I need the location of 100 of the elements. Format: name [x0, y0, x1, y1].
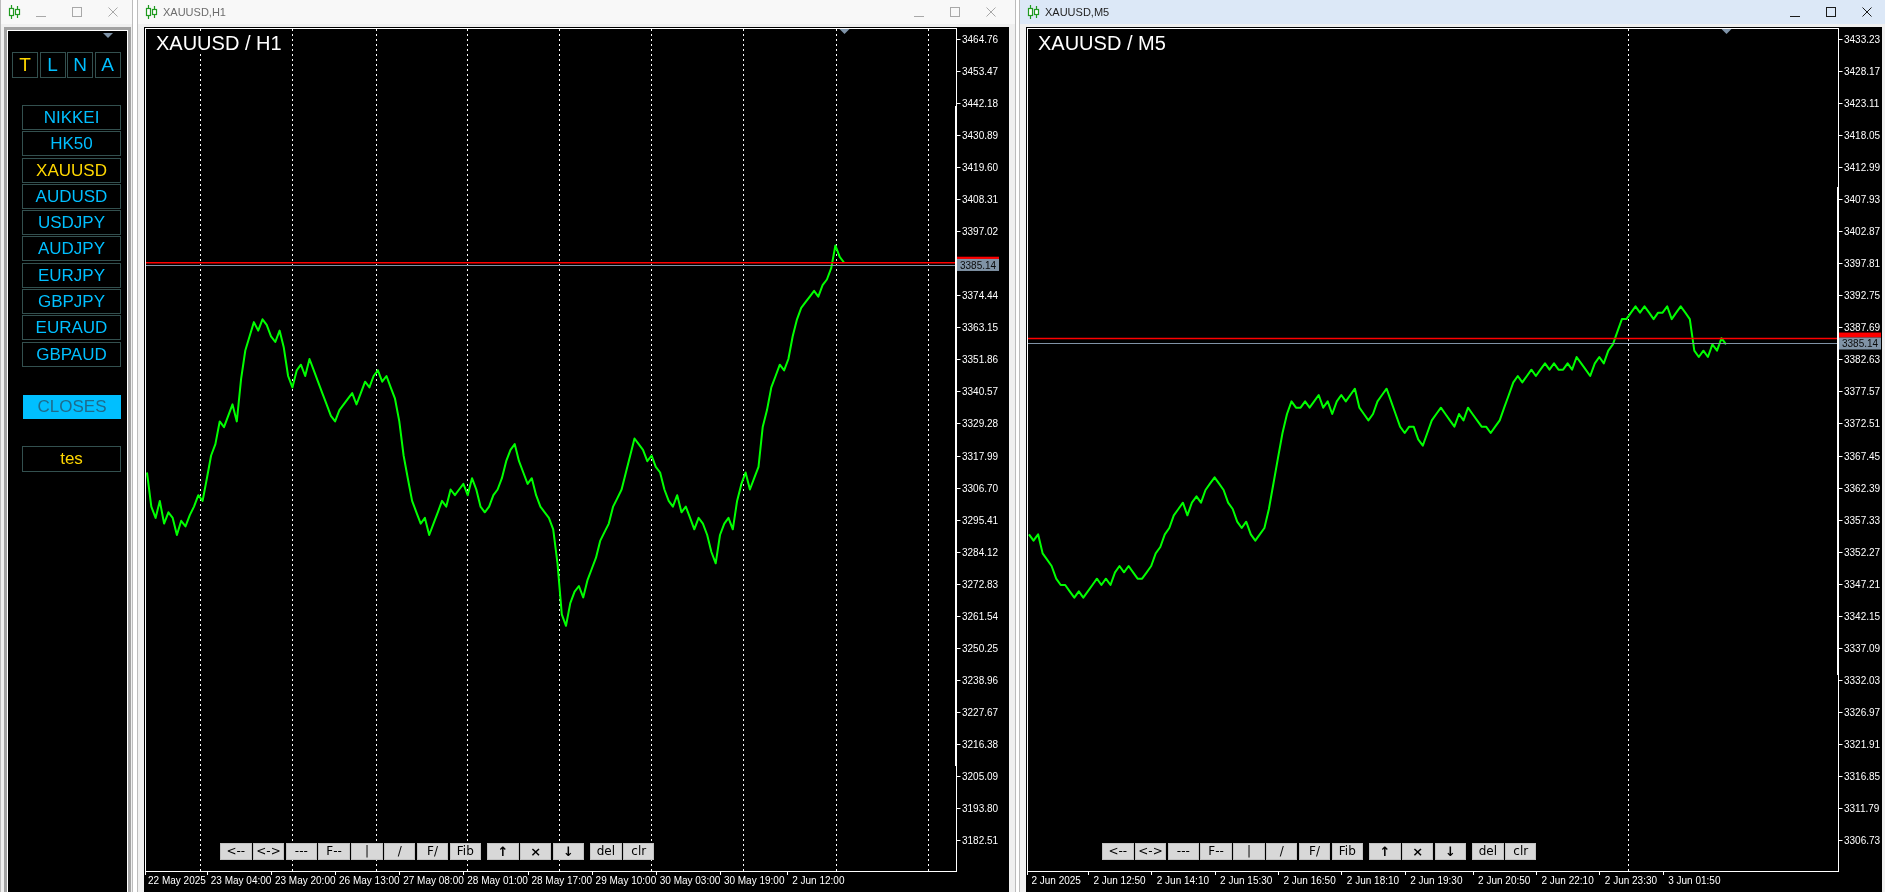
toolbar-button[interactable]: --- [1167, 843, 1200, 860]
triangle-icon[interactable] [103, 33, 113, 38]
symbol-button[interactable]: EURAUD [22, 315, 121, 341]
time-label: 2 Jun 19:30 [1410, 875, 1463, 886]
price-label: 3340.57 [962, 386, 999, 397]
ask-price-marker [957, 256, 999, 259]
time-label: 2 Jun 20:50 [1478, 875, 1531, 886]
toolbar-button[interactable]: Fib [449, 843, 482, 860]
close-icon [1862, 7, 1872, 17]
bid-price-label: 3385.14 [1839, 337, 1881, 350]
price-label: 3433.23 [1844, 34, 1881, 45]
symbol-button[interactable]: AUDJPY [22, 236, 121, 262]
price-label: 3238.96 [962, 675, 999, 686]
toolbar-button[interactable]: | [351, 843, 383, 860]
price-label: 3442.18 [962, 98, 999, 109]
toolbar-button[interactable]: <-> [252, 843, 285, 860]
price-label: 3306.73 [1844, 835, 1881, 846]
price-label: 3453.47 [962, 66, 999, 77]
toolbar-button[interactable]: clr [1504, 843, 1537, 860]
time-label: 2 Jun 12:00 [792, 875, 845, 886]
price-label: 3397.02 [962, 226, 999, 237]
toolbar-button[interactable]: F-- [1200, 843, 1232, 860]
symbol-button[interactable]: NIKKEI [22, 105, 121, 130]
mode-button[interactable]: A [94, 52, 121, 78]
toolbar-button[interactable]: del [1472, 843, 1504, 860]
mode-button[interactable]: T [12, 52, 38, 78]
toolbar-button[interactable]: ↓ [552, 843, 585, 860]
symbol-button[interactable]: GBPJPY [22, 289, 121, 315]
price-label: 3329.28 [962, 418, 999, 429]
price-label: 3316.85 [1844, 771, 1881, 782]
price-label: 3464.76 [962, 34, 999, 45]
price-label: 3317.99 [962, 451, 999, 462]
symbol-button[interactable]: HK50 [22, 131, 121, 157]
price-label: 3392.75 [1844, 290, 1881, 301]
toolbar-button[interactable]: ↓ [1434, 843, 1467, 860]
toolbar-button[interactable]: / [384, 843, 416, 860]
price-label: 3418.05 [1844, 130, 1881, 141]
toolbar-button[interactable]: Fib [1331, 843, 1364, 860]
price-label: 3377.57 [1844, 386, 1881, 397]
toolbar-button[interactable]: F/ [1298, 843, 1331, 860]
toolbar-button[interactable]: <-- [220, 843, 252, 860]
symbol-button[interactable]: XAUUSD [22, 157, 121, 183]
time-label: 26 May 13:00 [339, 875, 400, 886]
ask-price-marker [1839, 332, 1881, 338]
time-label: 2 Jun 14:10 [1156, 875, 1209, 886]
price-label: 3227.67 [962, 707, 999, 718]
symbol-button[interactable]: GBPAUD [22, 341, 121, 367]
test-button[interactable]: tes [22, 445, 121, 472]
maximize-icon [950, 7, 960, 17]
price-label: 3351.86 [962, 354, 999, 365]
symbol-button[interactable]: EURJPY [22, 262, 121, 288]
toolbar-button[interactable]: F/ [416, 843, 449, 860]
price-label: 3408.31 [962, 194, 999, 205]
price-label: 3367.45 [1844, 451, 1881, 462]
price-label: 3284.12 [962, 547, 999, 558]
price-label: 3428.17 [1844, 66, 1881, 77]
price-label: 3306.70 [962, 483, 999, 494]
time-label: 2 Jun 15:30 [1220, 875, 1273, 886]
time-label: 28 May 17:00 [531, 875, 593, 886]
triangle-icon[interactable] [1721, 29, 1732, 34]
triangle-icon[interactable] [839, 29, 850, 34]
price-label: 3347.21 [1844, 579, 1881, 590]
toolbar-button[interactable]: <-> [1134, 843, 1167, 860]
price-label: 3193.80 [962, 803, 999, 814]
toolbar-button[interactable]: ↑ [1369, 843, 1401, 860]
mode-button[interactable]: N [67, 52, 93, 78]
toolbar-button[interactable]: <-- [1102, 843, 1134, 860]
window-title: XAUUSD,M5 [1045, 6, 1110, 18]
symbol-button[interactable]: USDJPY [22, 210, 121, 236]
price-label: 3295.41 [962, 515, 999, 526]
toolbar-button[interactable]: F-- [318, 843, 350, 860]
price-label: 3261.54 [962, 611, 999, 622]
time-label: 30 May 03:00 [659, 875, 721, 886]
symbol-button[interactable]: AUDUSD [22, 183, 121, 209]
price-label: 3362.39 [1844, 483, 1881, 494]
price-label: 3430.89 [962, 130, 999, 141]
toolbar-button[interactable]: / [1266, 843, 1298, 860]
toolbar-button[interactable]: × [519, 843, 552, 860]
toolbar-button[interactable]: del [590, 843, 622, 860]
time-label: 28 May 01:00 [467, 875, 528, 886]
toolbar-button[interactable]: clr [622, 843, 655, 860]
price-label: 3402.87 [1844, 226, 1881, 237]
price-label: 3326.97 [1844, 707, 1881, 718]
time-label: 23 May 04:00 [210, 875, 272, 886]
maximize-icon [72, 7, 82, 17]
time-label: 2 Jun 18:10 [1346, 875, 1400, 886]
price-label: 3423.11 [1844, 98, 1880, 109]
toolbar-button[interactable]: | [1233, 843, 1265, 860]
minimize-icon [1790, 15, 1800, 17]
price-label: 3407.93 [1844, 194, 1881, 205]
close-icon [986, 7, 996, 17]
price-label: 3250.25 [962, 643, 999, 654]
mode-button[interactable]: L [39, 52, 66, 78]
toolbar-button[interactable]: --- [285, 843, 318, 860]
toolbar-button[interactable]: ↑ [487, 843, 519, 860]
candlestick-icon [145, 5, 158, 19]
time-label: 2 Jun 22:10 [1541, 875, 1594, 886]
toolbar-button[interactable]: × [1401, 843, 1434, 860]
time-label: 23 May 20:00 [274, 875, 336, 886]
price-label: 3363.15 [962, 322, 999, 333]
